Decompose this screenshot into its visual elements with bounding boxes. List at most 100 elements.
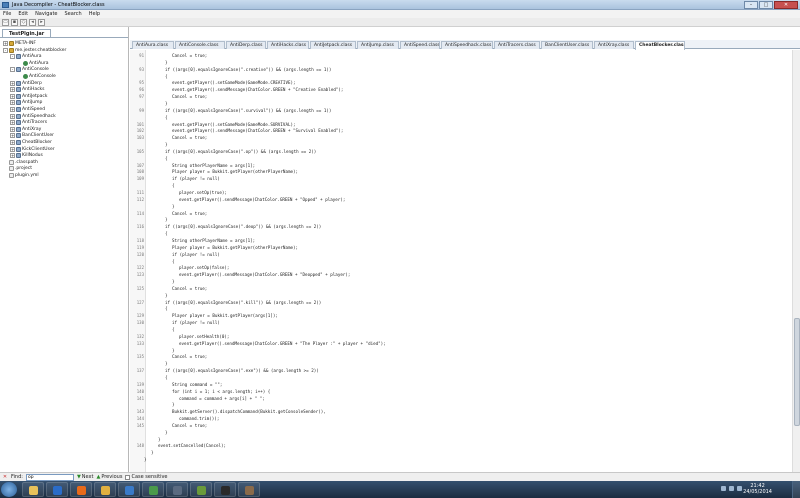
editor-tab[interactable]: AntiConsole.class bbox=[175, 41, 225, 49]
expand-icon[interactable]: + bbox=[10, 80, 15, 86]
scrollbar-thumb[interactable] bbox=[794, 318, 800, 426]
editor-tab[interactable]: AntiAura.class bbox=[132, 41, 174, 49]
clock-date: 24/05/2014 bbox=[743, 489, 772, 495]
package-icon bbox=[9, 41, 14, 46]
find-next-label: Next bbox=[81, 474, 94, 480]
code-view[interactable]: 91 Cancel = true;} 93 if ((args[0].equalsIg… bbox=[130, 50, 792, 472]
taskbar-app-button[interactable] bbox=[238, 482, 260, 497]
expand-icon[interactable]: + bbox=[10, 126, 15, 132]
close-find-icon[interactable]: ✕ bbox=[2, 474, 8, 480]
class-file-icon bbox=[16, 80, 21, 86]
toolbar: ▭ ▪ ◇ ◂ ▸ bbox=[0, 18, 800, 27]
taskbar-app-button[interactable] bbox=[142, 482, 164, 497]
menu-file[interactable]: File bbox=[3, 11, 11, 17]
code-line: Cancel = true; bbox=[172, 53, 208, 58]
expand-icon[interactable]: + bbox=[10, 113, 15, 119]
editor-tab[interactable]: CheatBlocker.class bbox=[635, 41, 685, 50]
minimize-button[interactable]: – bbox=[744, 1, 758, 9]
forward-icon[interactable]: ▸ bbox=[38, 18, 45, 26]
class-file-icon bbox=[16, 67, 21, 73]
editor-tab[interactable]: AntiJump.class bbox=[357, 41, 399, 49]
taskbar-app-button[interactable] bbox=[190, 482, 212, 497]
find-input[interactable] bbox=[25, 473, 74, 481]
taskbar-app-button[interactable] bbox=[166, 482, 188, 497]
tree-node[interactable]: plugin.yml bbox=[3, 172, 39, 179]
close-button[interactable]: ✕ bbox=[774, 1, 798, 9]
line-number: 122 bbox=[136, 265, 144, 271]
taskbar-app-button[interactable] bbox=[94, 482, 116, 497]
expand-icon[interactable]: + bbox=[10, 146, 15, 152]
taskbar-app-button[interactable] bbox=[70, 482, 92, 497]
code-line: player.setHealth(0); bbox=[179, 333, 230, 339]
expand-icon[interactable]: + bbox=[10, 93, 15, 99]
find-next-button[interactable]: ▼ Next bbox=[77, 474, 94, 480]
expand-icon[interactable]: + bbox=[10, 133, 15, 139]
editor-tab[interactable]: AntiSpeedhack.class bbox=[441, 41, 493, 49]
menu-navigate[interactable]: Navigate bbox=[35, 11, 57, 17]
code-line: Cancel = true; bbox=[172, 94, 208, 100]
taskbar-app-button[interactable] bbox=[46, 482, 68, 497]
line-number: 143 bbox=[136, 409, 144, 415]
taskbar-app-button[interactable] bbox=[22, 482, 44, 497]
code-line: { bbox=[165, 73, 168, 79]
editor-tab[interactable]: AntiDerp.class bbox=[226, 41, 266, 49]
expand-icon[interactable]: + bbox=[10, 100, 15, 106]
menu-help[interactable]: Help bbox=[89, 11, 100, 17]
save-icon[interactable]: ▪ bbox=[11, 18, 18, 26]
code-line: event.getPlayer().setGameMode(GameMode.C… bbox=[172, 80, 296, 86]
find-previous-button[interactable]: ▲ Previous bbox=[96, 474, 122, 480]
editor-tab[interactable]: AntiTracers.class bbox=[494, 41, 540, 49]
line-number: 119 bbox=[136, 244, 144, 250]
expand-icon[interactable]: + bbox=[10, 87, 15, 93]
code-line: } bbox=[158, 436, 161, 442]
collapse-icon[interactable]: - bbox=[10, 67, 15, 73]
editor-panel: AntiAura.class AntiConsole.class AntiDerp.… bbox=[130, 27, 800, 472]
back-icon[interactable]: ◂ bbox=[29, 18, 36, 26]
editor-tab[interactable]: AntiHacks.class bbox=[267, 41, 309, 49]
code-line: if ((args[0].equalsIgnoreCase(".creative… bbox=[165, 66, 332, 72]
maximize-button[interactable]: □ bbox=[759, 1, 773, 9]
line-number: 114 bbox=[136, 210, 144, 216]
code-line: if ((args[0].equalsIgnoreCase(".survival… bbox=[165, 107, 332, 113]
line-number: 96 bbox=[139, 87, 144, 93]
code-line: event.getPlayer().sendMessage(ChatColor.… bbox=[172, 87, 344, 93]
editor-tab[interactable]: AntiSpeed.class bbox=[400, 41, 440, 49]
clock[interactable]: 21:42 24/05/2014 bbox=[743, 483, 772, 495]
open-file-icon[interactable]: ▭ bbox=[2, 18, 9, 26]
menu-search[interactable]: Search bbox=[65, 11, 82, 17]
editor-tab[interactable]: AntiJetpack.class bbox=[310, 41, 356, 49]
code-line: Cancel = true; bbox=[172, 422, 208, 428]
class-file-icon bbox=[16, 93, 21, 99]
taskbar: 21:42 24/05/2014 bbox=[0, 481, 800, 498]
code-line: Bukkit.getServer().dispatchCommand(Bukki… bbox=[172, 409, 326, 415]
tray-volume-icon[interactable] bbox=[737, 486, 742, 491]
code-line: { bbox=[172, 258, 175, 264]
collapse-icon[interactable]: - bbox=[10, 54, 15, 60]
menu-edit[interactable]: Edit bbox=[18, 11, 28, 17]
expand-icon[interactable]: + bbox=[10, 140, 15, 145]
line-number: 95 bbox=[139, 80, 144, 86]
expand-icon[interactable]: + bbox=[10, 153, 15, 159]
case-sensitive-checkbox[interactable]: Case sensitive bbox=[125, 474, 168, 480]
show-desktop-button[interactable] bbox=[792, 481, 800, 498]
code-line: } bbox=[165, 59, 168, 65]
expand-icon[interactable]: + bbox=[10, 107, 15, 112]
code-line: event.getPlayer().sendMessage(ChatColor.… bbox=[179, 196, 346, 202]
taskbar-app-button[interactable] bbox=[118, 482, 140, 497]
editor-tab[interactable]: BanClientUser.class bbox=[541, 41, 593, 49]
line-number: 102 bbox=[136, 128, 144, 134]
start-button[interactable] bbox=[1, 482, 17, 497]
line-number: 111 bbox=[136, 190, 144, 195]
tray-flag-icon[interactable] bbox=[721, 486, 726, 491]
editor-tab[interactable]: AntiXray.class bbox=[594, 41, 634, 49]
vertical-scrollbar[interactable] bbox=[792, 50, 800, 472]
taskbar-app-button[interactable] bbox=[214, 482, 236, 497]
expand-icon[interactable]: + bbox=[3, 41, 8, 46]
open-type-icon[interactable]: ◇ bbox=[20, 18, 27, 26]
sidebar: TestPlgin.jar + META-INF - me.jester.cheatb… bbox=[0, 27, 129, 472]
line-number: 129 bbox=[136, 313, 144, 319]
collapse-icon[interactable]: - bbox=[3, 47, 8, 53]
expand-icon[interactable]: + bbox=[10, 120, 15, 126]
tray-network-icon[interactable] bbox=[729, 486, 734, 491]
find-bar: ✕ Find: ▼Next ▲Previous Case sensitive bbox=[0, 472, 800, 481]
